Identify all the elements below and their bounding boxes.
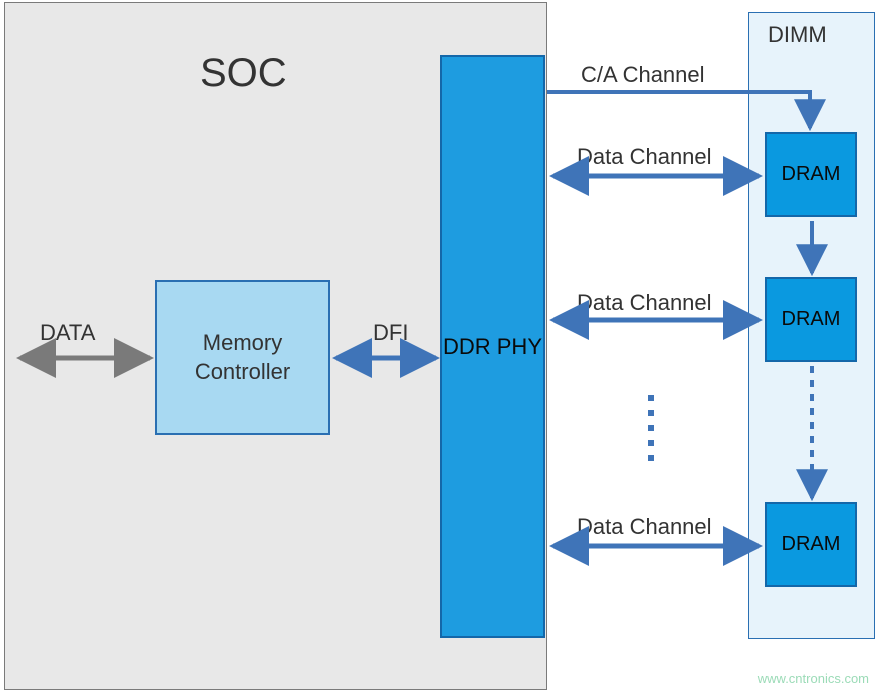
data-bus-label: DATA	[40, 320, 95, 346]
dram-label: DRAM	[782, 533, 841, 556]
data-channel-label-0: Data Channel	[577, 144, 712, 170]
ddr-phy-block: DDR PHY	[440, 55, 545, 638]
dram-block-0: DRAM	[765, 132, 857, 217]
data-channel-label-n: Data Channel	[577, 514, 712, 540]
watermark-text: www.cntronics.com	[758, 671, 869, 686]
ca-channel-label: C/A Channel	[581, 62, 705, 88]
ellipsis-icon	[648, 395, 654, 461]
dram-block-n: DRAM	[765, 502, 857, 587]
dfi-bus-label: DFI	[373, 320, 408, 346]
dram-label: DRAM	[782, 308, 841, 331]
dram-label: DRAM	[782, 163, 841, 186]
memory-controller-label: Memory Controller	[195, 329, 290, 386]
soc-title: SOC	[200, 51, 287, 96]
data-channel-label-1: Data Channel	[577, 290, 712, 316]
memory-controller-block: Memory Controller	[155, 280, 330, 435]
diagram-stage: SOC Memory Controller DDR PHY DIMM DRAM …	[0, 0, 877, 692]
dimm-title: DIMM	[768, 22, 827, 48]
dram-block-1: DRAM	[765, 277, 857, 362]
ddr-phy-label: DDR PHY	[443, 334, 542, 360]
